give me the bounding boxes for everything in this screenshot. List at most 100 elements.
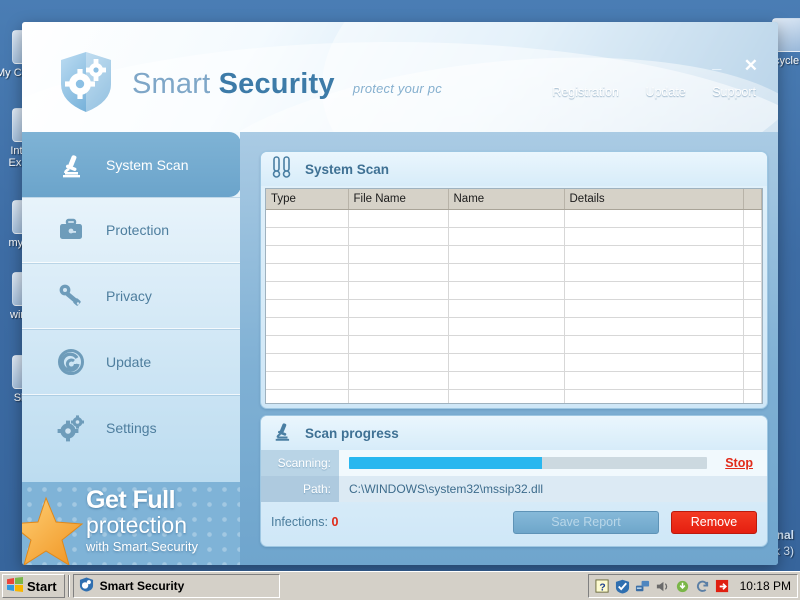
nav-link-support[interactable]: Support <box>712 85 756 99</box>
system-scan-panel-title: System Scan <box>261 152 767 186</box>
start-button-label: Start <box>27 579 57 594</box>
sidebar-item-label: Protection <box>106 222 169 238</box>
table-row[interactable] <box>266 390 762 405</box>
table-cell <box>743 390 762 405</box>
promo-line1: Get Full <box>86 488 198 513</box>
gears-icon <box>56 413 86 443</box>
get-full-protection-banner[interactable]: Get Full protection with Smart Security <box>22 482 240 565</box>
table-cell <box>348 390 448 405</box>
taskbar-item-smart-security[interactable]: Smart Security <box>73 574 280 598</box>
table-cell <box>448 264 564 282</box>
table-cell <box>266 246 348 264</box>
star-icon <box>22 496 90 565</box>
panel-title-text: System Scan <box>305 162 389 177</box>
table-row[interactable] <box>266 210 762 228</box>
sidebar-item-system-scan[interactable]: System Scan <box>22 132 240 197</box>
table-cell <box>743 300 762 318</box>
shield-icon[interactable] <box>615 579 630 594</box>
scanning-row: Scanning: Stop <box>261 450 767 476</box>
table-cell <box>348 264 448 282</box>
smart-security-taskbar-icon <box>79 577 94 595</box>
table-cell <box>266 336 348 354</box>
column-header-type[interactable]: Type <box>266 189 348 210</box>
app-brand: Smart Security protect your pc <box>132 68 442 101</box>
table-cell <box>564 246 743 264</box>
start-button[interactable]: Start <box>2 574 65 598</box>
table-cell <box>448 390 564 405</box>
taskbar-item-label: Smart Security <box>100 579 185 593</box>
column-header-file-name[interactable]: File Name <box>348 189 448 210</box>
table-cell <box>266 372 348 390</box>
table-row[interactable] <box>266 264 762 282</box>
table-cell <box>448 318 564 336</box>
table-row[interactable] <box>266 372 762 390</box>
table-cell <box>266 282 348 300</box>
remove-button[interactable]: Remove <box>671 511 757 534</box>
logoff-icon[interactable] <box>715 579 730 594</box>
table-cell <box>564 282 743 300</box>
thermometers-icon <box>271 155 293 184</box>
table-cell <box>743 246 762 264</box>
table-cell <box>266 390 348 405</box>
column-header-filler <box>743 189 762 210</box>
save-report-button[interactable]: Save Report <box>513 511 659 534</box>
table-row[interactable] <box>266 282 762 300</box>
sidebar-item-label: Privacy <box>106 288 152 304</box>
table-cell <box>348 282 448 300</box>
table-cell <box>743 336 762 354</box>
stop-link[interactable]: Stop <box>725 456 753 470</box>
table-cell <box>743 318 762 336</box>
taskbar-clock[interactable]: 10:18 PM <box>740 579 791 593</box>
table-cell <box>448 228 564 246</box>
column-header-details[interactable]: Details <box>564 189 743 210</box>
table-row[interactable] <box>266 354 762 372</box>
scanning-value: Stop <box>339 450 767 476</box>
app-logo: Smart Security protect your pc <box>58 50 442 119</box>
sidebar-item-protection[interactable]: Protection <box>22 197 240 263</box>
table-cell <box>266 300 348 318</box>
table-cell <box>348 246 448 264</box>
table-row[interactable] <box>266 336 762 354</box>
content-area: System Scan Type File Name Name Details <box>240 132 778 565</box>
table-cell <box>348 354 448 372</box>
header-nav: Registration Update Support <box>530 83 756 101</box>
table-cell <box>564 300 743 318</box>
table-cell <box>564 354 743 372</box>
promo-line2: protection <box>86 514 198 537</box>
window-header: Smart Security protect your pc _ ✕ Regis… <box>22 22 778 132</box>
sidebar-item-privacy[interactable]: Privacy <box>22 263 240 329</box>
close-button[interactable]: ✕ <box>744 59 758 73</box>
table-cell <box>348 210 448 228</box>
update-icon[interactable] <box>675 579 690 594</box>
smart-security-window: Smart Security protect your pc _ ✕ Regis… <box>22 22 778 565</box>
table-row[interactable] <box>266 300 762 318</box>
sidebar-item-settings[interactable]: Settings <box>22 395 240 460</box>
table-row[interactable] <box>266 246 762 264</box>
scan-progress-panel-title: Scan progress <box>261 416 767 450</box>
window-controls: _ ✕ <box>694 58 758 76</box>
table-cell <box>564 372 743 390</box>
progress-panel-footer: Infections: 0 Save Report Remove <box>261 498 767 546</box>
table-cell <box>348 336 448 354</box>
nav-link-registration[interactable]: Registration <box>552 85 619 99</box>
table-cell <box>348 318 448 336</box>
table-cell <box>448 372 564 390</box>
desktop: My Computer Internet Explorer my docs wi… <box>0 0 800 572</box>
volume-icon[interactable] <box>655 579 670 594</box>
system-scan-panel: System Scan Type File Name Name Details <box>260 151 768 409</box>
network-icon[interactable] <box>635 579 650 594</box>
table-cell <box>448 210 564 228</box>
sync-icon[interactable] <box>695 579 710 594</box>
panel-title-text: Scan progress <box>305 426 399 441</box>
table-cell <box>743 264 762 282</box>
nav-link-update[interactable]: Update <box>645 85 685 99</box>
table-row[interactable] <box>266 228 762 246</box>
minimize-button[interactable]: _ <box>712 58 721 68</box>
table-row[interactable] <box>266 318 762 336</box>
scan-results-table-wrapper[interactable]: Type File Name Name Details <box>265 188 763 404</box>
help-icon[interactable]: ? <box>595 579 610 594</box>
sidebar-item-update[interactable]: Update <box>22 329 240 395</box>
brand-tagline: protect your pc <box>353 81 442 96</box>
brand-bold: Security <box>219 68 335 100</box>
column-header-name[interactable]: Name <box>448 189 564 210</box>
